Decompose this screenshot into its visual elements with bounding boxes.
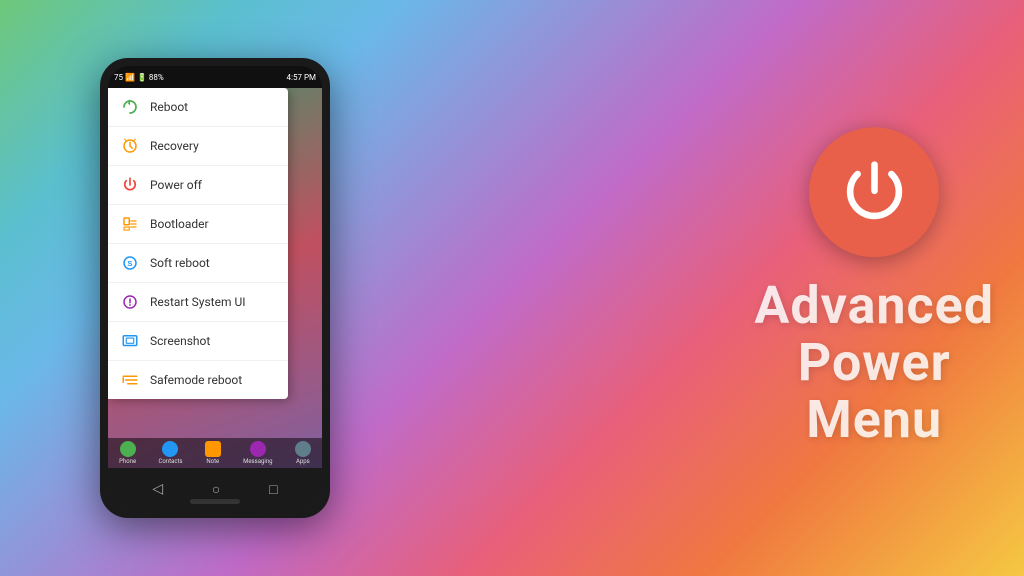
menu-label-screenshot: Screenshot xyxy=(150,334,210,348)
menu-item-soft-reboot[interactable]: S Soft reboot xyxy=(108,244,288,283)
phone-device: 75 📶 🔋 88% 4:57 PM xyxy=(100,58,330,518)
soft-reboot-icon: S xyxy=(120,253,140,273)
menu-label-safemode-reboot: Safemode reboot xyxy=(150,373,242,387)
dock-contacts[interactable]: Contacts xyxy=(158,441,182,465)
status-icons: 📶 🔋 88% xyxy=(125,73,164,82)
menu-item-reboot[interactable]: Reboot xyxy=(108,88,288,127)
reboot-icon xyxy=(120,97,140,117)
bottom-nav: ◁ ○ □ xyxy=(108,468,322,510)
power-circle xyxy=(809,127,939,257)
dock-messaging-icon xyxy=(250,441,266,457)
svg-text:S: S xyxy=(127,259,132,268)
recovery-icon xyxy=(120,136,140,156)
nav-home-button[interactable]: ○ xyxy=(212,481,220,498)
menu-label-recovery: Recovery xyxy=(150,139,199,153)
menu-label-bootloader: Bootloader xyxy=(150,217,209,231)
dock-contacts-icon xyxy=(162,441,178,457)
status-time: 4:57 PM xyxy=(287,73,316,82)
safemode-reboot-icon xyxy=(120,370,140,390)
dock-note-icon xyxy=(205,441,221,457)
status-number: 75 xyxy=(114,73,123,82)
power-menu: Reboot Recovery xyxy=(108,88,288,399)
app-title: Advanced Power Menu xyxy=(754,277,994,449)
dock-apps-icon xyxy=(295,441,311,457)
dock-phone[interactable]: Phone xyxy=(119,441,136,465)
power-icon xyxy=(837,155,912,230)
menu-item-restart-system-ui[interactable]: Restart System UI xyxy=(108,283,288,322)
dock-apps[interactable]: Apps xyxy=(295,441,311,465)
menu-item-recovery[interactable]: Recovery xyxy=(108,127,288,166)
menu-item-power-off[interactable]: Power off xyxy=(108,166,288,205)
app-dock: Phone Contacts Note Messaging Apps xyxy=(108,438,322,468)
menu-label-reboot: Reboot xyxy=(150,100,188,114)
right-panel: Advanced Power Menu xyxy=(754,127,994,449)
dock-note[interactable]: Note xyxy=(205,441,221,465)
menu-item-screenshot[interactable]: Screenshot xyxy=(108,322,288,361)
phone-body: 75 📶 🔋 88% 4:57 PM xyxy=(100,58,330,518)
dock-messaging[interactable]: Messaging xyxy=(243,441,272,465)
menu-label-power-off: Power off xyxy=(150,178,202,192)
phone-screen: 75 📶 🔋 88% 4:57 PM xyxy=(108,66,322,510)
bootloader-icon xyxy=(120,214,140,234)
status-left: 75 📶 🔋 88% xyxy=(114,73,164,82)
menu-item-safemode-reboot[interactable]: Safemode reboot xyxy=(108,361,288,399)
dock-phone-icon xyxy=(120,441,136,457)
menu-label-soft-reboot: Soft reboot xyxy=(150,256,210,270)
nav-back-button[interactable]: ◁ xyxy=(152,481,163,497)
phone-wallpaper: Reboot Recovery xyxy=(108,88,322,468)
screenshot-icon xyxy=(120,331,140,351)
menu-label-restart-system-ui: Restart System UI xyxy=(150,295,246,309)
nav-recent-button[interactable]: □ xyxy=(269,481,277,498)
power-off-icon xyxy=(120,175,140,195)
restart-system-ui-icon xyxy=(120,292,140,312)
menu-item-bootloader[interactable]: Bootloader xyxy=(108,205,288,244)
status-bar: 75 📶 🔋 88% 4:57 PM xyxy=(108,66,322,88)
